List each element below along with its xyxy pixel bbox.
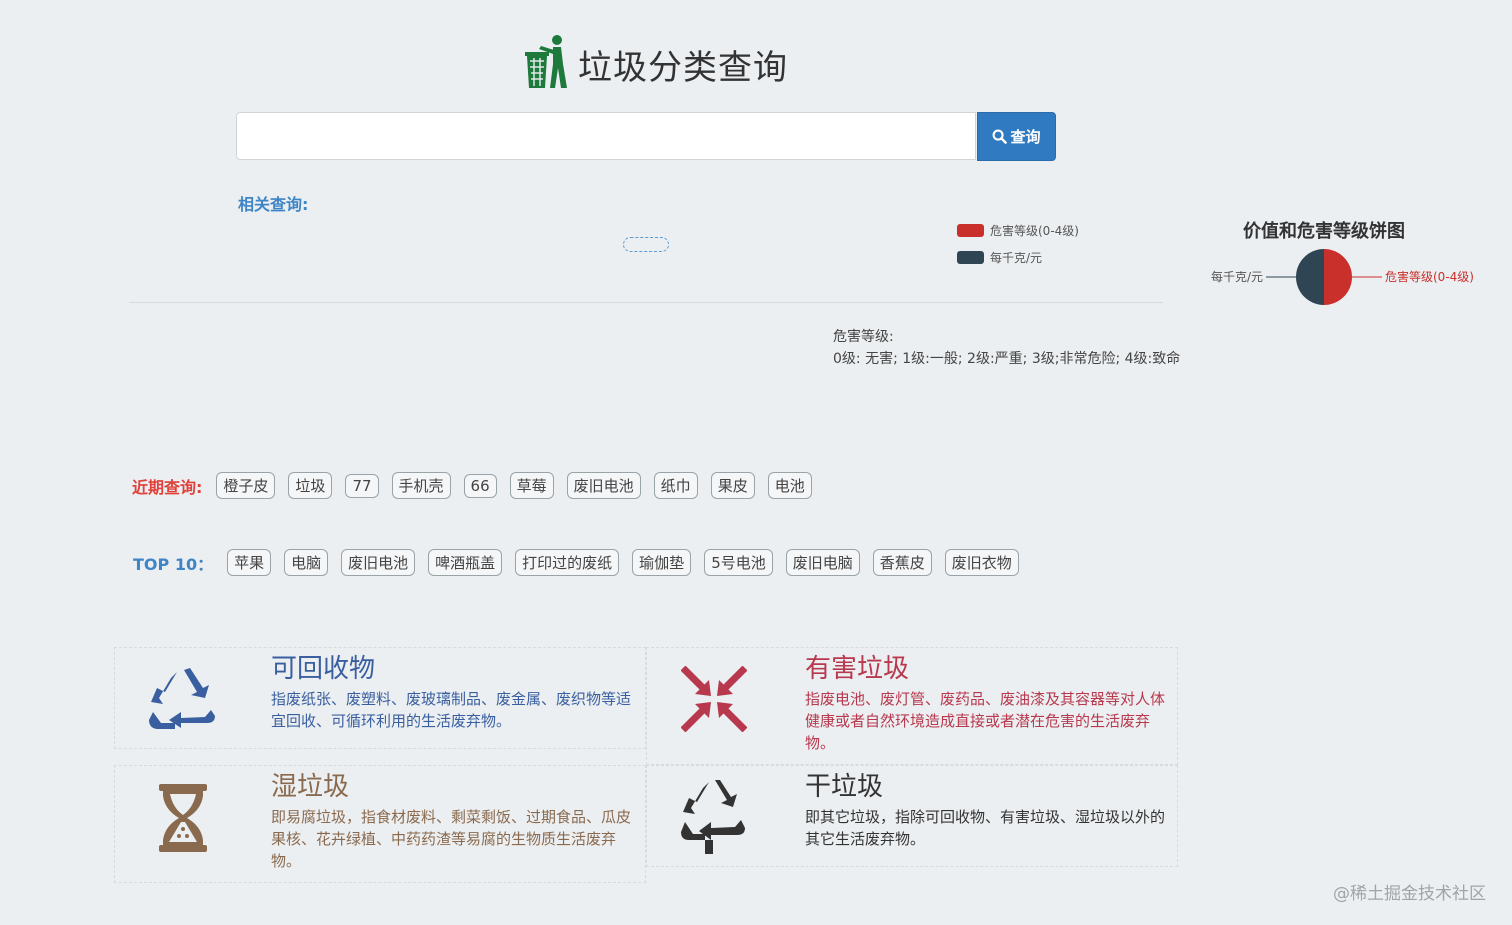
top10-tag[interactable]: 啤酒瓶盖 (428, 549, 503, 576)
top10-tag[interactable]: 电脑 (284, 549, 329, 576)
pie-chart: 价值和危害等级饼图 每千克/元 危害等级(0-4级) (1211, 220, 1474, 305)
recent-queries-row: 近期查询: 橙子皮 垃圾 77 手机壳 66 草莓 废旧电池 纸巾 果皮 电池 (132, 472, 825, 499)
recycle-icon (149, 668, 215, 729)
top10-tag[interactable]: 香蕉皮 (872, 549, 932, 576)
category-title: 湿垃圾 (271, 772, 350, 802)
search-button[interactable]: 查询 (977, 112, 1056, 161)
search-input[interactable] (236, 112, 976, 160)
hazard-arrows-icon (681, 666, 747, 732)
recent-tag[interactable]: 废旧电池 (566, 472, 641, 499)
category-description: 指废纸张、废塑料、废玻璃制品、废金属、废织物等适宜回收、可循环利用的生活废弃物。 (271, 690, 632, 730)
hazard-level-info: 危害等级: 0级: 无害; 1级:一般; 2级:严重; 3级;非常危险; 4级:… (833, 326, 1180, 370)
hazard-level-title: 危害等级: (833, 329, 894, 345)
category-hazardous: 有害垃圾 指废电池、废灯管、废药品、废油漆及其容器等对人体健康或者自然环境造成直… (646, 647, 1178, 765)
recent-tag[interactable]: 66 (463, 473, 497, 498)
category-description: 指废电池、废灯管、废药品、废油漆及其容器等对人体健康或者自然环境造成直接或者潜在… (805, 690, 1166, 752)
legend-swatch (957, 251, 984, 264)
category-title: 可回收物 (271, 654, 376, 684)
pie-slice[interactable] (1324, 249, 1352, 305)
hazard-level-legend: 0级: 无害; 1级:一般; 2级:严重; 3级;非常危险; 4级:致命 (833, 351, 1181, 367)
search-icon (993, 129, 1008, 144)
slice-label-hazard: 危害等级(0-4级) (1385, 269, 1474, 284)
pie-slice[interactable] (1296, 249, 1324, 305)
recent-tag[interactable]: 纸巾 (653, 472, 698, 499)
top10-label: TOP 10： (133, 554, 214, 574)
top10-tag[interactable]: 废旧电池 (341, 549, 416, 576)
legend-label: 每千克/元 (990, 251, 1043, 265)
category-dry: 干垃圾 即其它垃圾，指除可回收物、有害垃圾、湿垃圾以外的其它生活废弃物。 (646, 765, 1178, 867)
search-button-label: 查询 (1010, 128, 1041, 146)
recent-tag[interactable]: 草莓 (509, 472, 554, 499)
residual-recycle-icon (681, 780, 745, 854)
category-title: 有害垃圾 (805, 654, 910, 684)
top10-tag[interactable]: 打印过的废纸 (515, 549, 620, 576)
recent-tag[interactable]: 77 (345, 473, 379, 498)
chart-title: 价值和危害等级饼图 (1243, 220, 1405, 242)
category-description: 即其它垃圾，指除可回收物、有害垃圾、湿垃圾以外的其它生活废弃物。 (805, 808, 1166, 848)
top10-tag[interactable]: 5号电池 (704, 549, 773, 576)
slice-label-price: 每千克/元 (1211, 269, 1263, 284)
top10-tag[interactable]: 废旧电脑 (785, 549, 860, 576)
recent-tag[interactable]: 电池 (767, 472, 812, 499)
category-title: 干垃圾 (805, 772, 884, 802)
legend-swatch (957, 224, 984, 237)
legend-item-hazard[interactable]: 危害等级(0-4级) (957, 222, 1079, 239)
watermark: @稀土掘金技术社区 (1333, 884, 1486, 904)
top10-tag[interactable]: 苹果 (227, 549, 272, 576)
legend-label: 危害等级(0-4级) (990, 224, 1079, 238)
related-queries-label: 相关查询: (238, 195, 309, 214)
recent-tag[interactable]: 橙子皮 (216, 472, 276, 499)
recent-tag[interactable]: 手机壳 (391, 472, 451, 499)
related-loading-placeholder (623, 237, 669, 252)
recent-queries-label: 近期查询: (132, 477, 203, 497)
category-wet: 湿垃圾 即易腐垃圾，指食材废料、剩菜剩饭、过期食品、瓜皮果核、花卉绿植、中药药渣… (114, 765, 646, 883)
category-recyclable: 可回收物 指废纸张、废塑料、废玻璃制品、废金属、废织物等适宜回收、可循环利用的生… (114, 647, 646, 749)
divider (129, 302, 1163, 303)
hourglass-icon (159, 784, 207, 852)
category-description: 即易腐垃圾，指食材废料、剩菜剩饭、过期食品、瓜皮果核、花卉绿植、中药药渣等易腐的… (271, 808, 632, 870)
top10-row: TOP 10： 苹果 电脑 废旧电池 啤酒瓶盖 打印过的废纸 瑜伽垫 5号电池 … (133, 549, 1032, 576)
trash-bin-person-icon (525, 35, 567, 88)
top10-tag[interactable]: 瑜伽垫 (632, 549, 692, 576)
page-title: 垃圾分类查询 (578, 48, 788, 88)
recent-tag[interactable]: 垃圾 (288, 472, 333, 499)
top10-tag[interactable]: 废旧衣物 (944, 549, 1019, 576)
recent-tag[interactable]: 果皮 (710, 472, 755, 499)
legend-item-price[interactable]: 每千克/元 (957, 249, 1042, 266)
